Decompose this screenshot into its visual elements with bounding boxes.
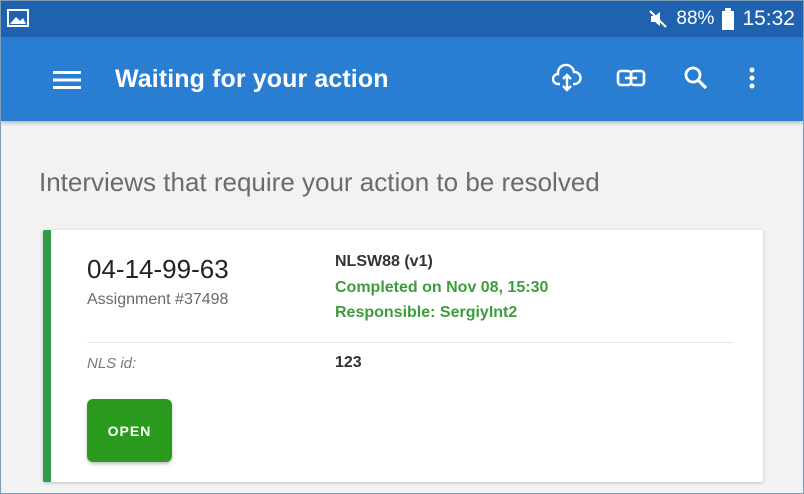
interview-card[interactable]: 04-14-99-63 Assignment #37498 NLSW88 (v1… [43, 230, 763, 482]
status-bar: 88% 15:32 [1, 1, 803, 37]
prefilled-label: NLS id: [87, 355, 137, 372]
app-bar: Waiting for your action [1, 37, 803, 121]
prefilled-value: 123 [335, 354, 362, 371]
search-icon[interactable] [681, 63, 711, 93]
clock: 15:32 [742, 7, 795, 30]
status-right: 88% 15:32 [648, 1, 795, 37]
device-screen: 88% 15:32 Waiting for your action Interv… [0, 0, 804, 494]
open-button[interactable]: OPEN [87, 399, 172, 462]
card-divider [87, 342, 733, 343]
interview-key: 04-14-99-63 [87, 254, 229, 284]
gallery-icon [7, 9, 29, 27]
mute-icon [649, 10, 668, 28]
assignment-number: Assignment #37498 [87, 291, 229, 308]
questionnaire-name: NLSW88 (v1) [335, 253, 433, 270]
menu-icon[interactable] [53, 69, 81, 91]
more-vert-icon[interactable] [737, 63, 767, 93]
responsible-person: Responsible: SergiyInt2 [335, 304, 518, 321]
completed-status: Completed on Nov 08, 15:30 [335, 279, 549, 296]
battery-icon [722, 8, 735, 30]
cloud-sync-icon[interactable] [552, 63, 582, 93]
section-heading: Interviews that require your action to b… [39, 167, 600, 197]
link-icon[interactable] [616, 63, 646, 93]
battery-percent: 88% [676, 8, 715, 29]
page-title: Waiting for your action [115, 65, 389, 93]
